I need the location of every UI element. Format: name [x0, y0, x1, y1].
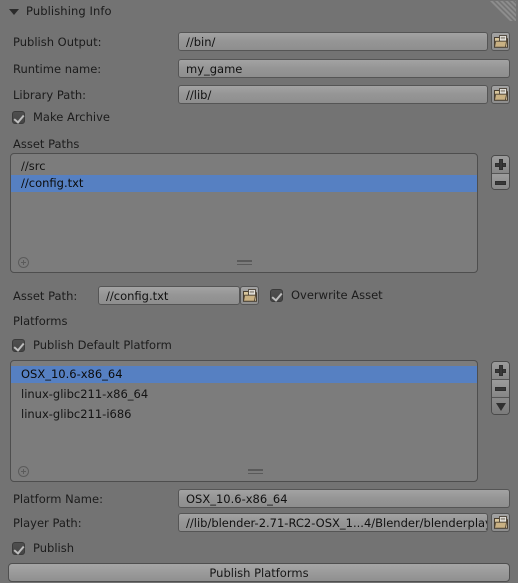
plus-circle-icon[interactable]	[18, 466, 29, 477]
checkbox-checked-icon	[270, 288, 283, 302]
publish-platforms-button[interactable]: Publish Platforms	[8, 563, 510, 582]
asset-paths-remove-button[interactable]	[492, 174, 509, 189]
resize-grip-icon[interactable]	[482, 1, 516, 21]
list-item[interactable]: linux-glibc211-x86_64	[11, 386, 477, 403]
library-path-label: Library Path:	[13, 87, 87, 102]
asset-paths-side-buttons	[491, 155, 510, 190]
library-path-row: Library Path: //lib/	[0, 84, 518, 105]
runtime-name-input[interactable]: my_game	[178, 59, 510, 78]
runtime-name-row: Runtime name: my_game	[0, 58, 518, 79]
checkbox-checked-icon	[12, 338, 25, 352]
platforms-side-buttons	[491, 361, 510, 415]
minus-icon	[495, 386, 506, 391]
asset-paths-list[interactable]: //src //config.txt	[10, 153, 478, 273]
folder-open-icon	[493, 516, 508, 529]
asset-paths-list-footer	[11, 256, 477, 272]
platforms-add-button[interactable]	[492, 362, 509, 380]
list-resize-grip-icon[interactable]	[248, 469, 263, 474]
checkbox-checked-icon	[12, 110, 25, 124]
overwrite-asset-label: Overwrite Asset	[291, 288, 383, 302]
plus-icon	[495, 365, 506, 376]
list-item[interactable]: OSX_10.6-x86_64	[11, 366, 477, 383]
publish-output-row: Publish Output: //bin/	[0, 31, 518, 52]
library-path-browse-button[interactable]	[491, 85, 510, 104]
asset-path-browse-button[interactable]	[240, 286, 259, 305]
overwrite-asset-checkbox[interactable]: Overwrite Asset	[270, 288, 383, 302]
asset-paths-section-label: Asset Paths	[13, 137, 80, 151]
platforms-list-footer	[11, 465, 477, 481]
platforms-list[interactable]: OSX_10.6-x86_64 linux-glibc211-x86_64 li…	[10, 360, 478, 482]
asset-path-label: Asset Path:	[13, 288, 78, 303]
panel-header[interactable]: Publishing Info	[0, 0, 518, 22]
platforms-section-label: Platforms	[13, 314, 68, 328]
make-archive-checkbox[interactable]: Make Archive	[12, 110, 110, 124]
make-archive-label: Make Archive	[33, 110, 110, 124]
publish-output-input[interactable]: //bin/	[178, 32, 488, 51]
plus-circle-icon[interactable]	[18, 257, 29, 268]
page-title: Publishing Info	[26, 4, 112, 18]
publish-label: Publish	[33, 541, 74, 555]
triangle-down-icon[interactable]	[9, 8, 19, 15]
player-path-input[interactable]: //lib/blender-2.71-RC2-OSX_1...4/Blender…	[178, 513, 488, 532]
list-item[interactable]: linux-glibc211-i686	[11, 406, 477, 423]
publish-default-platform-checkbox[interactable]: Publish Default Platform	[12, 338, 172, 352]
minus-icon	[495, 180, 506, 185]
platform-name-input[interactable]: OSX_10.6-x86_64	[178, 489, 510, 508]
player-path-label: Player Path:	[13, 515, 82, 530]
publish-output-label: Publish Output:	[13, 34, 102, 49]
player-path-row: Player Path: //lib/blender-2.71-RC2-OSX_…	[0, 512, 518, 533]
folder-open-icon	[493, 88, 508, 101]
list-item[interactable]: //src	[11, 158, 477, 175]
folder-open-icon	[242, 289, 257, 302]
player-path-browse-button[interactable]	[491, 513, 510, 532]
library-path-input[interactable]: //lib/	[178, 85, 488, 104]
platforms-menu-button[interactable]	[492, 398, 509, 414]
publish-checkbox[interactable]: Publish	[12, 541, 74, 555]
list-resize-grip-icon[interactable]	[237, 260, 252, 265]
asset-path-row: Asset Path: //config.txt Overwrite Asset	[0, 285, 518, 306]
platform-name-label: Platform Name:	[13, 491, 103, 506]
asset-path-input[interactable]: //config.txt	[98, 286, 240, 305]
caret-down-icon	[495, 402, 506, 411]
platforms-remove-button[interactable]	[492, 380, 509, 398]
list-item[interactable]: //config.txt	[11, 175, 477, 192]
platform-name-row: Platform Name: OSX_10.6-x86_64	[0, 488, 518, 509]
checkbox-checked-icon	[12, 541, 25, 555]
publish-output-browse-button[interactable]	[491, 32, 510, 51]
folder-open-icon	[493, 35, 508, 48]
runtime-name-label: Runtime name:	[13, 61, 102, 76]
publish-default-platform-label: Publish Default Platform	[33, 338, 172, 352]
plus-icon	[495, 159, 506, 170]
asset-paths-add-button[interactable]	[492, 156, 509, 174]
